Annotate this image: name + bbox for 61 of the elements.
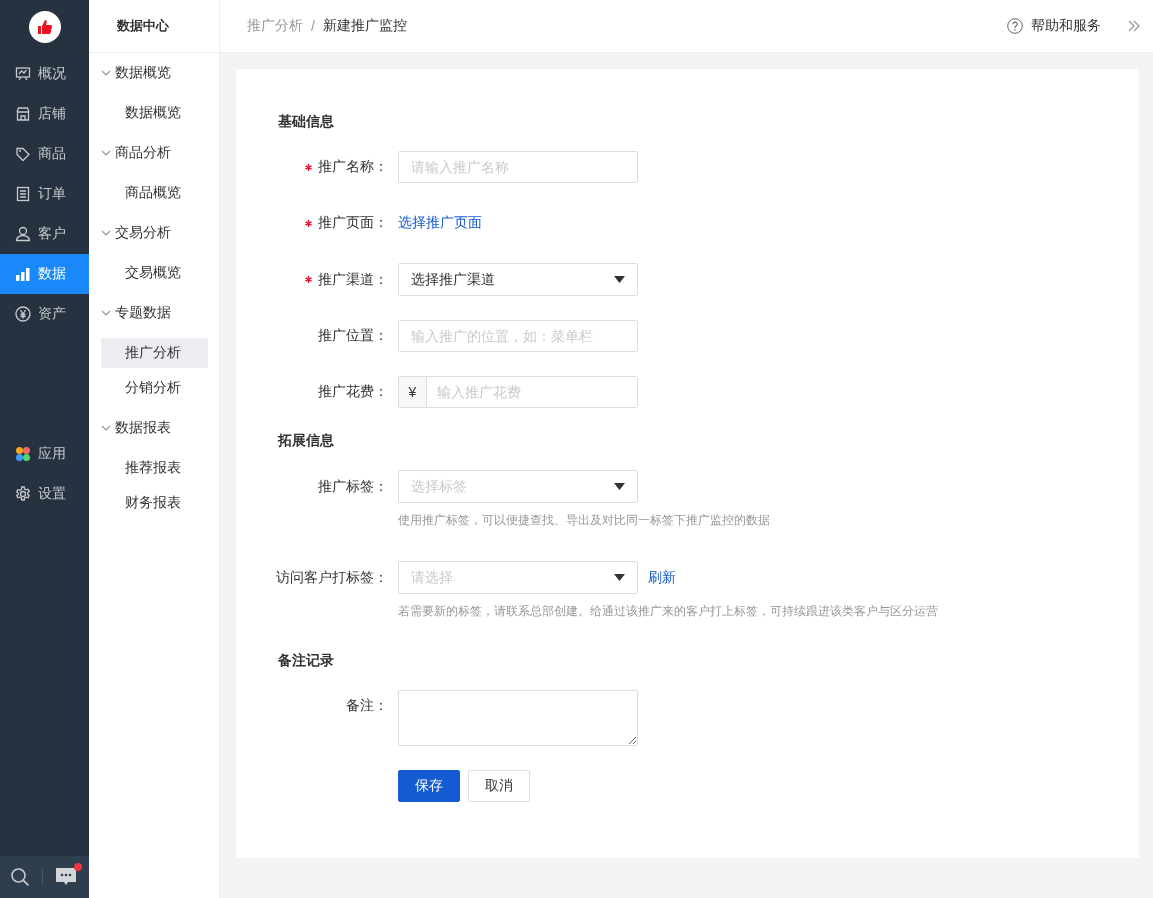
help-text: 使用推广标签，可以便捷查找、导出及对比同一标签下推广监控的数据	[398, 512, 771, 529]
nav-subitem[interactable]: 数据概览	[101, 98, 208, 128]
section-title: 拓展信息	[278, 432, 335, 450]
help-icon	[1007, 18, 1023, 34]
nav-item[interactable]: 商品	[0, 134, 89, 174]
field-label: 访问客户打标签：	[276, 568, 388, 587]
storefront-icon	[15, 106, 31, 122]
nav-group[interactable]: 数据报表	[89, 408, 219, 448]
field-label: 推广渠道：	[318, 270, 388, 289]
double-chevron-right-icon[interactable]	[1127, 19, 1141, 33]
tag-icon	[15, 146, 31, 162]
chat-bubble-icon[interactable]	[55, 867, 77, 887]
help-text: 若需要新的标签，请联系总部创建。给通过该推广来的客户打上标签，可持续跟进该类客户与区分运营	[398, 603, 939, 620]
nav-item[interactable]: 客户	[0, 214, 89, 254]
nav-group[interactable]: 交易分析	[89, 213, 219, 253]
field-label: 推广花费：	[318, 383, 388, 401]
breadcrumb-separator: /	[311, 18, 315, 34]
nav-subitem[interactable]: 财务报表	[101, 488, 208, 518]
nav-item[interactable]: 设置	[0, 474, 89, 514]
nav-subitem[interactable]: 推广分析	[101, 338, 208, 368]
panel-title: 数据中心	[117, 17, 169, 35]
bar-chart-icon	[15, 266, 31, 282]
nav-item[interactable]: 资产	[0, 294, 89, 334]
nav-group[interactable]: 专题数据	[89, 293, 219, 333]
nav-subitem[interactable]: 交易概览	[101, 258, 208, 288]
person-icon	[15, 226, 31, 242]
select-link[interactable]: 选择推广页面	[398, 214, 482, 232]
section-title: 基础信息	[278, 113, 335, 131]
field-label: 推广标签：	[318, 477, 388, 496]
search-icon[interactable]	[10, 867, 30, 887]
presentation-board-icon	[15, 66, 31, 82]
thumbs-up-logo	[28, 11, 61, 43]
nav-item[interactable]: 数据	[0, 254, 89, 294]
nav-group[interactable]: 商品分析	[89, 133, 219, 173]
nav-subitem[interactable]: 推荐报表	[101, 453, 208, 483]
nav-item[interactable]: 订单	[0, 174, 89, 214]
help-link[interactable]: 帮助和服务	[1007, 17, 1101, 35]
refresh-link[interactable]: 刷新	[648, 568, 676, 587]
section-title: 备注记录	[278, 652, 335, 670]
field-label: 推广名称：	[318, 158, 388, 176]
yen-coin-icon	[15, 306, 31, 322]
field-label: 推广位置：	[318, 327, 388, 345]
app-grid-icon	[15, 446, 31, 462]
nav-item[interactable]: 概况	[0, 54, 89, 94]
nav-group[interactable]: 数据概览	[89, 53, 219, 93]
dropdown-caret-icon	[614, 483, 625, 490]
save-button[interactable]: 保存	[398, 770, 460, 802]
document-icon	[15, 186, 31, 202]
nav-item[interactable]: 店铺	[0, 94, 89, 134]
nav-subitem[interactable]: 分销分析	[101, 373, 208, 403]
nav-subitem[interactable]: 商品概览	[101, 178, 208, 208]
dropdown-caret-icon	[614, 574, 625, 581]
settings-icon	[15, 486, 31, 502]
select-field[interactable]: 选择推广渠道	[398, 263, 638, 296]
cancel-button[interactable]: 取消	[468, 770, 530, 802]
dropdown-caret-icon	[614, 276, 625, 283]
nav-item[interactable]: 应用	[0, 434, 89, 474]
notification-dot	[74, 863, 82, 871]
field-label: 推广页面：	[318, 214, 388, 232]
breadcrumb-current: 新建推广监控	[322, 17, 407, 35]
field-label: 备注：	[346, 697, 388, 715]
